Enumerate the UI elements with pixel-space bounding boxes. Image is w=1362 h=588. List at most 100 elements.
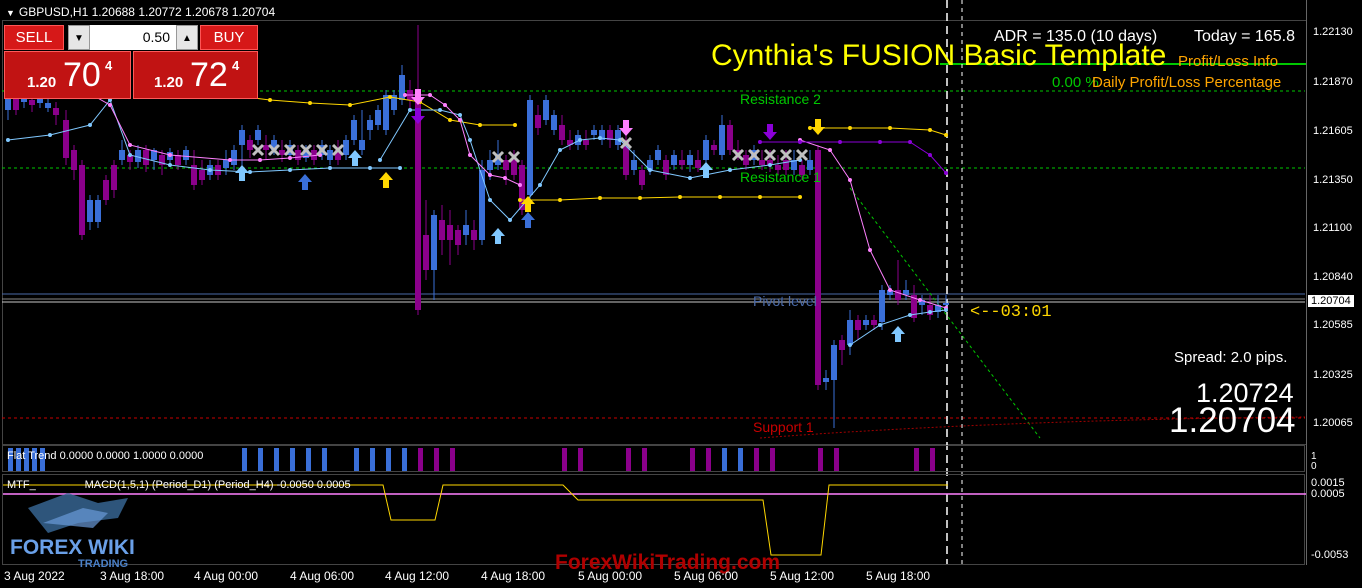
price-tick: 1.20065	[1313, 417, 1353, 429]
buy-signal-arrow-icon	[379, 172, 393, 188]
candle-body	[447, 225, 453, 240]
lot-size-input[interactable]: 0.50	[92, 25, 174, 50]
trend-line-pink-2-dot	[258, 158, 262, 162]
flat-trend-panel[interactable]: Flat Trend 0.0000 0.0000 1.0000 0.0000	[2, 445, 1305, 472]
resistance-band-line-dot	[268, 98, 272, 102]
candle-body	[415, 100, 421, 310]
lot-size-stepper[interactable]: ▼ 0.50 ▲	[68, 25, 198, 50]
flat-trend-bar	[738, 448, 743, 471]
trend-line-mid-dot	[598, 136, 602, 140]
candle-body	[759, 160, 765, 165]
flat-trend-label: Flat Trend 0.0000 0.0000 1.0000 0.0000	[7, 450, 204, 462]
flat-trend-bar	[930, 448, 935, 471]
candle-body	[863, 320, 869, 325]
flat-trend-bar	[418, 448, 423, 471]
candle-body	[503, 160, 509, 170]
time-label: 4 Aug 12:00	[385, 569, 450, 583]
candle-body	[53, 108, 59, 115]
sell-signal-arrow-icon	[763, 124, 777, 140]
flat-trend-bar	[386, 448, 391, 471]
upper-band-line	[810, 127, 947, 136]
trend-line-pink-dot	[403, 93, 407, 97]
candle-body	[439, 220, 445, 240]
flat-trend-bar	[690, 448, 695, 471]
flat-trend-bar	[706, 448, 711, 471]
candle-body	[743, 155, 749, 165]
candle-body	[359, 140, 365, 150]
trend-line-end-dot	[848, 343, 852, 347]
support-band-line-dot	[718, 195, 722, 199]
buy-button[interactable]: BUY	[200, 25, 258, 50]
trend-line-pink-2-dot	[108, 103, 112, 107]
candle-body	[223, 160, 229, 168]
trend-line-pink-dot	[428, 93, 432, 97]
support-band-line-dot	[638, 196, 642, 200]
trend-line-pink-dot	[503, 176, 507, 180]
trend-line-mid-dot	[508, 218, 512, 222]
sell-signal-arrow-icon	[811, 119, 825, 135]
support-band-line-dot	[558, 198, 562, 202]
buy-signal-arrow-icon	[491, 228, 505, 244]
trend-line-mid-dot	[408, 108, 412, 112]
trend-line-mid-dot	[648, 168, 652, 172]
pl-percentage-label: Daily Profit/Loss Percentage	[1092, 74, 1282, 91]
support-1-label: Support 1	[753, 419, 814, 435]
candle-body	[479, 170, 485, 240]
trend-line-pink-2-dot	[228, 158, 232, 162]
candle-body	[591, 130, 597, 135]
buy-price-box[interactable]: 1.20 72 4	[133, 51, 258, 99]
candle-body	[671, 155, 677, 165]
buy-signal-arrow-icon	[891, 326, 905, 342]
trend-line-pink-dot	[443, 103, 447, 107]
flat-trend-bar	[642, 448, 647, 471]
lot-decrease-button[interactable]: ▼	[68, 25, 90, 50]
upper-band-line-dot	[944, 133, 948, 137]
resistance-band-line-dot	[448, 118, 452, 122]
candle-body	[727, 125, 733, 150]
candle-body	[95, 200, 101, 222]
trend-line-mid-dot	[468, 138, 472, 142]
trend-line-mid-dot	[378, 158, 382, 162]
time-label: 4 Aug 00:00	[194, 569, 259, 583]
flat-trend-bar	[818, 448, 823, 471]
flat-trend-scale-bottom: 0	[1311, 461, 1317, 472]
candle-body	[37, 99, 43, 103]
purple-band-line-dot	[798, 140, 802, 144]
current-price-box: 1.20704	[1308, 295, 1354, 307]
trend-line-pink-dot	[518, 183, 522, 187]
sell-button[interactable]: SELL	[4, 25, 64, 50]
flat-trend-bar	[770, 448, 775, 471]
candle-body	[231, 150, 237, 165]
buy-signal-arrow-icon	[235, 165, 249, 181]
candle-body	[119, 150, 125, 160]
forex-wiki-logo: FOREX WIKI TRADING	[8, 478, 148, 570]
candle-body	[615, 130, 621, 145]
today-text: Today = 165.8	[1194, 28, 1295, 45]
trend-line-lower-dot	[6, 138, 10, 142]
trend-line-pink-3-dot	[848, 178, 852, 182]
resistance-2-label: Resistance 2	[740, 91, 821, 107]
price-tick: 1.21605	[1313, 125, 1353, 137]
price-axis[interactable]: 1.22130 1.21870 1.21605 1.21350 1.21100 …	[1306, 0, 1362, 565]
trend-line-pink-3-dot	[868, 248, 872, 252]
candle-body	[855, 320, 861, 330]
sell-price-box[interactable]: 1.20 70 4	[4, 51, 131, 99]
candle-body	[383, 95, 389, 130]
trend-line-mid-dot	[578, 138, 582, 142]
price-tick: 1.22130	[1313, 26, 1353, 38]
flat-trend-bar	[258, 448, 263, 471]
purple-band-line-dot	[838, 140, 842, 144]
candle-body	[847, 320, 853, 345]
trend-line-mid-dot	[558, 148, 562, 152]
resistance-band-line-dot	[348, 103, 352, 107]
bid-price-display: 1.20704	[1169, 401, 1296, 440]
time-label: 4 Aug 18:00	[481, 569, 546, 583]
lot-increase-button[interactable]: ▲	[176, 25, 198, 50]
macd-scale-mid: 0.0005	[1311, 488, 1345, 500]
resistance-band-line-dot	[478, 123, 482, 127]
purple-band-line-dot	[928, 153, 932, 157]
candle-body	[655, 150, 661, 160]
sell-price-sup: 4	[105, 58, 113, 73]
candle-body	[103, 180, 109, 200]
trend-line-lower-dot	[368, 166, 372, 170]
